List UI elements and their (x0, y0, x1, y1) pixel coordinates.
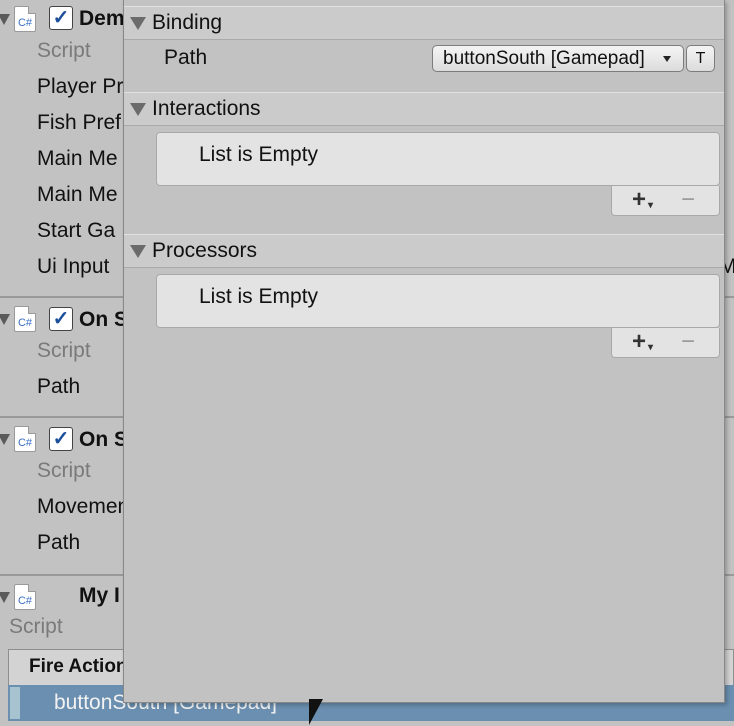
foldout-arrow-icon[interactable] (130, 102, 146, 116)
enabled-checkbox[interactable]: ✓ (49, 307, 73, 331)
enabled-checkbox[interactable]: ✓ (49, 6, 73, 30)
processors-section-header[interactable]: Processors (124, 234, 724, 268)
field-label: Main Me (37, 147, 118, 170)
dropdown-caret-icon (663, 56, 671, 62)
foldout-arrow-icon[interactable] (0, 591, 10, 603)
binding-properties-popup: Binding Path buttonSouth [Gamepad] T Int… (123, 0, 725, 703)
field-label: Script (37, 339, 91, 362)
text-mode-button[interactable]: T (686, 45, 715, 72)
interactions-section-header[interactable]: Interactions (124, 92, 724, 126)
enabled-checkbox[interactable]: ✓ (49, 427, 73, 451)
field-label: Player Pr (37, 75, 124, 98)
csharp-script-icon: C# (14, 426, 36, 452)
field-label: Fish Pref (37, 111, 122, 134)
processors-add-remove: + ▾ − (611, 328, 720, 358)
field-label: Script (37, 39, 91, 62)
foldout-arrow-icon[interactable] (130, 244, 146, 258)
csharp-script-icon: C# (14, 584, 36, 610)
component-title: On S (79, 428, 129, 451)
path-label: Path (164, 46, 208, 69)
field-label: Start Ga (37, 219, 116, 242)
add-processor-button[interactable]: + ▾ (632, 328, 653, 356)
foldout-arrow-icon[interactable] (0, 313, 10, 325)
interactions-add-remove: + ▾ − (611, 186, 720, 216)
remove-interaction-button[interactable]: − (681, 186, 695, 214)
drag-handle[interactable] (10, 687, 20, 719)
section-title: Binding (152, 11, 223, 34)
empty-list-text: List is Empty (199, 285, 319, 308)
foldout-arrow-icon[interactable] (0, 13, 10, 25)
section-title: Interactions (152, 97, 261, 120)
field-label: Script (9, 615, 63, 638)
remove-processor-button[interactable]: − (681, 328, 695, 356)
list-header-label: Fire Action (29, 656, 128, 677)
interactions-list: List is Empty (156, 132, 720, 186)
field-label: Path (37, 375, 81, 398)
processors-list: List is Empty (156, 274, 720, 328)
binding-section-header[interactable]: Binding (124, 6, 724, 40)
section-title: Processors (152, 239, 258, 262)
add-interaction-button[interactable]: + ▾ (632, 186, 653, 214)
path-dropdown-value: buttonSouth [Gamepad] (443, 48, 645, 69)
component-title: My I (79, 584, 120, 607)
foldout-arrow-icon[interactable] (0, 433, 10, 445)
path-dropdown[interactable]: buttonSouth [Gamepad] (432, 45, 684, 72)
csharp-script-icon: C# (14, 6, 36, 32)
component-title: On S (79, 308, 129, 331)
empty-list-text: List is Empty (199, 143, 319, 166)
field-label: Path (37, 531, 81, 554)
field-label: Main Me (37, 183, 118, 206)
mouse-cursor-icon (309, 699, 323, 725)
component-title: Dem (79, 7, 125, 30)
field-label: Ui Input (37, 255, 110, 278)
csharp-script-icon: C# (14, 306, 36, 332)
foldout-arrow-icon[interactable] (130, 16, 146, 30)
field-label: Script (37, 459, 91, 482)
field-label: Movemen (37, 495, 130, 518)
